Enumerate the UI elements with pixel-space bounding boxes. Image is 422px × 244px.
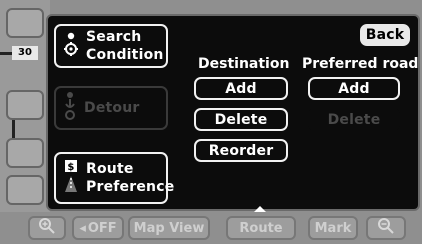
gear-icon [62,29,80,63]
detour-label: Detour [84,100,140,116]
volume-icon: ◂ [79,220,86,236]
mark-button[interactable]: Mark [308,216,358,240]
map-side-button[interactable] [6,8,44,38]
zoom-in-icon [38,217,56,239]
zoom-out-icon [377,217,395,239]
back-button[interactable]: Back [360,24,410,46]
detour-route-icon [62,90,78,126]
zoom-in-button[interactable] [28,216,66,240]
search-condition-button[interactable]: Search Condition [54,24,168,68]
map-view-button[interactable]: Map View [128,216,210,240]
svg-text:$: $ [67,162,74,173]
zoom-out-button[interactable] [366,216,406,240]
search-condition-label-1: Search [86,29,142,45]
map-side-button[interactable] [6,175,44,205]
destination-delete-button[interactable]: Delete [194,108,288,131]
bottom-toolbar: ◂ OFF Map View Route Mark [0,212,422,244]
preferred-road-heading: Preferred road [302,56,419,72]
route-preference-button[interactable]: $ Route Preference [54,152,174,204]
destination-reorder-button[interactable]: Reorder [194,139,288,162]
route-options-panel: Search Condition Detour $ Route Preferen… [46,14,420,211]
map-off-label: OFF [87,220,117,236]
route-preference-icon: $ [62,158,80,198]
route-button[interactable]: Route [226,216,296,240]
speed-badge: 30 [12,46,38,60]
preferred-road-add-button[interactable]: Add [308,77,400,100]
destination-add-button[interactable]: Add [194,77,288,100]
map-side-button[interactable] [6,90,44,120]
detour-button[interactable]: Detour [54,86,168,130]
preferred-road-delete-button[interactable]: Delete [308,108,400,131]
route-preference-label-1: Route [86,161,134,177]
search-condition-label-2: Condition [86,47,164,63]
map-off-button[interactable]: ◂ OFF [72,216,124,240]
destination-heading: Destination [198,56,290,72]
map-side-button[interactable] [6,138,44,168]
route-preference-label-2: Preference [86,179,175,195]
